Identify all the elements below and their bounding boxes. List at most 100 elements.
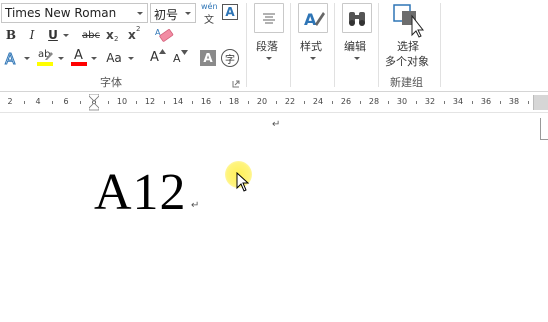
highlight-color-button[interactable]: ab (36, 49, 54, 67)
font-color-bar (71, 62, 87, 66)
ruler-tick (472, 101, 473, 104)
ruler-number: 10 (116, 97, 128, 106)
horizontal-ruler[interactable]: 246810121416182022242628303234363840 (0, 94, 548, 111)
ruler-tick (304, 101, 305, 104)
ruler-tick (500, 101, 501, 104)
ruler-tick (136, 101, 137, 104)
ruler-number: 36 (480, 97, 492, 106)
chevron-down-icon (24, 57, 30, 60)
font-name-dropdown[interactable] (134, 4, 147, 22)
shrink-font-button[interactable]: A (171, 49, 189, 67)
group-separator (334, 3, 335, 87)
text-effects-button[interactable]: A (3, 49, 21, 69)
editing-button[interactable]: 编辑 (340, 3, 374, 67)
grow-font-button[interactable]: A (149, 49, 167, 67)
first-line-indent-marker[interactable] (89, 94, 99, 102)
underline-dropdown[interactable] (63, 34, 69, 37)
subscript-base: x (106, 28, 114, 42)
ruler-number: 16 (200, 97, 212, 106)
document-text[interactable]: A12 (94, 163, 187, 223)
ruler-tick (416, 101, 417, 104)
chevron-down-icon (266, 57, 272, 60)
bold-button[interactable]: B (3, 25, 19, 45)
ribbon-border (0, 91, 548, 92)
editing-icon-box (342, 3, 372, 33)
styles-icon: A (304, 10, 325, 29)
change-case-button[interactable]: Aa (103, 48, 125, 68)
highlight-color-bar (37, 62, 53, 66)
marker-icon (45, 52, 53, 60)
character-border-button[interactable]: A (222, 4, 238, 20)
ruler-number: 32 (424, 97, 436, 106)
font-color-letter: A (74, 48, 83, 63)
chevron-down-icon (354, 57, 360, 60)
ruler-number: 2 (7, 97, 13, 106)
highlight-color-dropdown[interactable] (58, 57, 64, 60)
character-shading-letter: A (203, 51, 213, 65)
strikethrough-button[interactable]: abc (80, 25, 102, 45)
italic-button[interactable]: I (24, 25, 40, 45)
triangle-up-icon (159, 49, 166, 54)
font-size-combo[interactable]: 初号 (150, 3, 196, 23)
enclose-characters-glyph: 字 (225, 54, 235, 66)
subscript-sub: 2 (114, 35, 119, 43)
ruler-tick (388, 101, 389, 104)
enclose-characters-button[interactable]: 字 (221, 49, 239, 67)
document-page[interactable]: ↵ A12 ↵ (0, 113, 548, 322)
clear-formatting-button[interactable]: A (154, 25, 174, 45)
underline-button[interactable]: U (45, 25, 61, 45)
new-group-label: 新建组 (390, 76, 423, 89)
font-name-value: Times New Roman (5, 6, 117, 20)
ruler-number: 30 (396, 97, 408, 106)
ruler-number: 24 (312, 97, 324, 106)
paragraph-label: 段落 (256, 40, 278, 53)
styles-label: 样式 (300, 40, 322, 53)
ruler-tick (24, 101, 25, 104)
group-separator (290, 3, 291, 87)
chevron-down-icon (310, 57, 316, 60)
group-separator (378, 3, 379, 87)
align-lines-icon (263, 13, 275, 24)
ruler-number: 26 (340, 97, 352, 106)
character-shading-button[interactable]: A (200, 50, 216, 66)
svg-text:A: A (304, 10, 317, 29)
ruler-number: 12 (144, 97, 156, 106)
phonetic-guide-button[interactable]: wén 文 (200, 2, 218, 26)
superscript-base: x (128, 28, 136, 42)
paragraph-mark: ↵ (191, 200, 200, 211)
ruler-number: 18 (228, 97, 240, 106)
font-color-button[interactable]: A (70, 48, 88, 67)
font-name-combo[interactable]: Times New Roman (1, 3, 148, 23)
ruler-tick (248, 101, 249, 104)
character-border-icon: A (225, 5, 235, 19)
text-effects-icon: A (5, 50, 17, 69)
hanging-indent-marker[interactable] (89, 103, 99, 111)
font-color-dropdown[interactable] (91, 57, 97, 60)
text-effects-dropdown[interactable] (24, 57, 30, 60)
select-label-line2: 多个对象 (385, 55, 429, 68)
font-group-label: 字体 (100, 76, 122, 89)
phonetic-guide-bottom: 文 (204, 15, 214, 26)
margin-corner-mark (540, 118, 548, 140)
styles-icon-box: A (298, 3, 328, 33)
change-case-dropdown[interactable] (128, 57, 134, 60)
eraser-icon: A (155, 28, 174, 42)
ruler-number: 20 (256, 97, 268, 106)
document-text-content: A12 (94, 164, 187, 221)
ruler-tick (52, 101, 53, 104)
ruler-number: 28 (368, 97, 380, 106)
select-multiple-objects-button[interactable]: 选择 多个对象 (382, 2, 436, 68)
editing-label: 编辑 (344, 40, 366, 53)
chevron-down-icon (58, 57, 64, 60)
dialog-launcher-icon[interactable] (232, 80, 240, 88)
ruler-tick (220, 101, 221, 104)
binoculars-icon (349, 12, 365, 26)
font-size-value: 初号 (154, 8, 179, 22)
superscript-button[interactable]: x 2 (128, 25, 144, 43)
styles-button[interactable]: A 样式 (296, 3, 330, 67)
triangle-down-icon (181, 50, 188, 55)
paragraph-icon-box (254, 3, 284, 33)
font-size-dropdown[interactable] (182, 4, 195, 22)
paragraph-button[interactable]: 段落 (252, 3, 286, 67)
subscript-button[interactable]: x 2 (106, 27, 122, 43)
